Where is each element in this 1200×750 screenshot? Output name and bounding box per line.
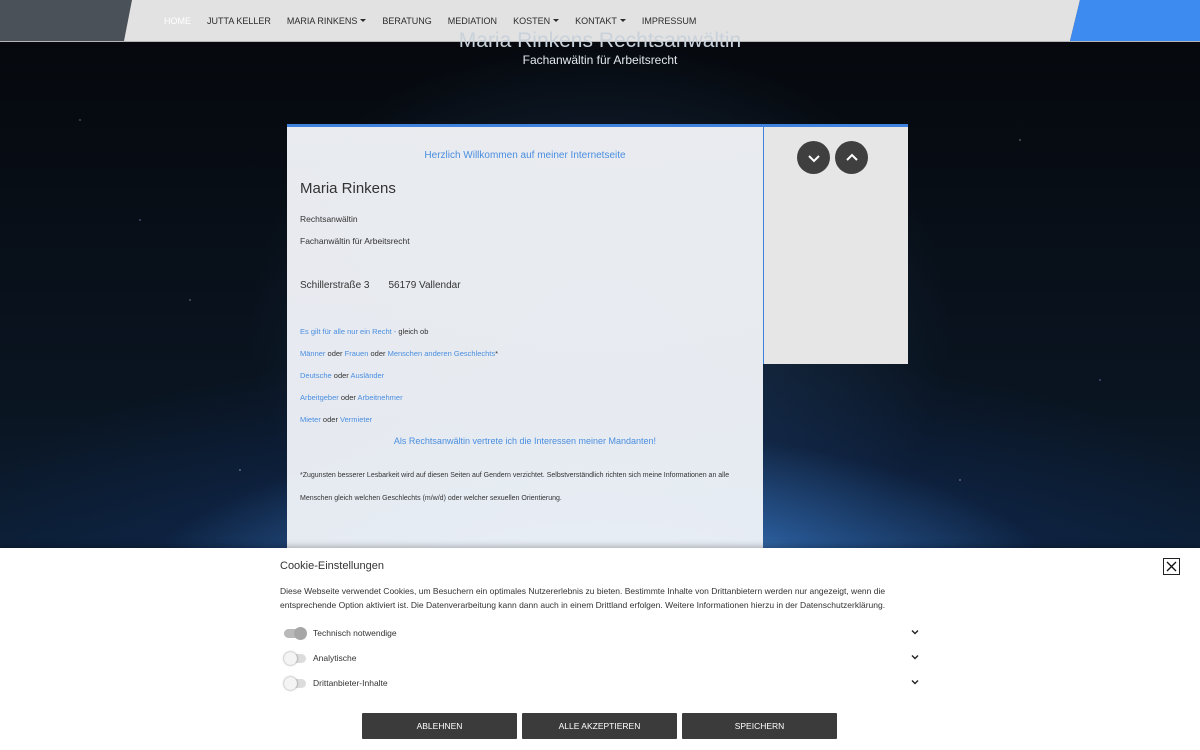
caret-down-icon — [360, 19, 367, 22]
chevron-down-icon[interactable] — [910, 677, 920, 687]
text-line-employment: Arbeitgeber oder Arbeitnehmer — [300, 393, 403, 402]
chevron-up-icon — [845, 153, 858, 161]
nav-item-label: BERATUNG — [382, 15, 432, 26]
nav-item-label: IMPRESSUM — [641, 15, 697, 26]
chevron-down-icon[interactable] — [910, 652, 920, 662]
toggle-necessary[interactable] — [284, 626, 307, 640]
reject-button[interactable]: ABLEHNEN — [362, 713, 517, 739]
address-city: 56179 Vallendar — [388, 280, 461, 291]
link-frauen[interactable]: Frauen — [345, 349, 369, 358]
role-lawyer: Rechtsanwältin — [300, 214, 358, 224]
scroll-up-button[interactable] — [835, 141, 868, 174]
toggle-label: Drittanbieter-Inhalte — [313, 678, 388, 688]
nav-item-impressum[interactable]: IMPRESSUM — [634, 16, 705, 26]
toggle-knob — [284, 651, 297, 665]
link-arbeitnehmer[interactable]: Arbeitnehmer — [358, 393, 403, 402]
nav-item-kosten[interactable]: KOSTEN — [505, 16, 567, 26]
cookie-option-analytics: Analytische — [284, 651, 920, 665]
text-line-tenancy: Mieter oder Vermieter — [300, 415, 372, 424]
nav-item-mediation[interactable]: MEDIATION — [440, 16, 505, 26]
address-street: Schillerstraße 3 — [300, 280, 370, 291]
nav-item-kontakt[interactable]: KONTAKT — [567, 16, 634, 26]
nav-item-label: MEDIATION — [447, 15, 498, 26]
text-oder: oder — [338, 393, 358, 402]
nav-item-label: KONTAKT — [575, 15, 617, 26]
toggle-analytics[interactable] — [284, 651, 306, 665]
toggle-third-party[interactable] — [284, 676, 306, 690]
main-content-panel: Herzlich Willkommen auf meiner Internets… — [287, 124, 763, 567]
nav-item-home[interactable]: HOME — [156, 16, 199, 26]
text-oder: oder — [331, 371, 351, 380]
text-line-gender: Männer oder Frauen oder Menschen anderen… — [300, 349, 498, 358]
cookie-close-button[interactable] — [1163, 558, 1180, 575]
footnote-mark: * — [495, 349, 499, 358]
nav-item-label: JUTTA KELLER — [207, 15, 271, 26]
nav-item-jutta-keller[interactable]: JUTTA KELLER — [199, 16, 279, 26]
role-specialist: Fachanwältin für Arbeitsrecht — [300, 236, 410, 246]
text-plain: gleich ob — [396, 327, 429, 336]
address: Schillerstraße 3 56179 Vallendar — [300, 280, 461, 291]
cookie-option-third-party: Drittanbieter-Inhalte — [284, 676, 920, 690]
close-icon — [1166, 561, 1177, 572]
site-subtitle: Fachanwältin für Arbeitsrecht — [522, 53, 678, 67]
text-line-recht: Es gilt für alle nur ein Recht - gleich … — [300, 327, 428, 336]
accept-all-button[interactable]: ALLE AKZEPTIEREN — [522, 713, 677, 739]
cookie-description: Diese Webseite verwendet Cookies, um Bes… — [280, 586, 886, 610]
toggle-label: Analytische — [313, 653, 357, 663]
link-vermieter[interactable]: Vermieter — [340, 415, 372, 424]
caret-down-icon — [619, 19, 626, 22]
nav-item-label: HOME — [164, 15, 191, 26]
cookie-title: Cookie-Einstellungen — [280, 560, 384, 572]
link-menschen[interactable]: Menschen anderen Geschlechts — [388, 349, 496, 358]
link-recht[interactable]: Es gilt für alle nur ein Recht - — [300, 327, 396, 336]
cookie-option-necessary: Technisch notwendige — [284, 626, 920, 640]
side-panel — [763, 124, 908, 364]
mandate-statement: Als Rechtsanwältin vertrete ich die Inte… — [393, 436, 657, 446]
chevron-down-icon — [807, 154, 820, 162]
site-title: Maria Rinkens Rechtsanwältin — [458, 29, 742, 52]
text-oder: oder — [325, 349, 345, 358]
gender-footnote: *Zugunsten besserer Lesbarkeit wird auf … — [300, 472, 730, 502]
scroll-down-button[interactable] — [797, 141, 830, 174]
link-arbeitgeber[interactable]: Arbeitgeber — [300, 393, 339, 402]
nav-item-label: KOSTEN — [513, 15, 551, 26]
link-deutsche[interactable]: Deutsche — [300, 371, 332, 380]
nav-item-maria-rinkens[interactable]: MARIA RINKENS — [279, 16, 375, 26]
nav-item-beratung[interactable]: BERATUNG — [374, 16, 439, 26]
toggle-knob — [294, 626, 307, 640]
lawyer-name: Maria Rinkens — [300, 180, 396, 197]
text-oder: oder — [320, 415, 341, 424]
nav-item-label: MARIA RINKENS — [286, 15, 358, 26]
link-auslaender[interactable]: Ausländer — [350, 371, 384, 380]
text-oder: oder — [368, 349, 388, 358]
chevron-down-icon[interactable] — [910, 627, 920, 637]
link-maenner[interactable]: Männer — [300, 349, 325, 358]
toggle-knob — [284, 676, 297, 690]
cookie-banner: Cookie-Einstellungen Diese Webseite verw… — [0, 548, 1200, 750]
text-line-nationality: Deutsche oder Ausländer — [300, 371, 384, 380]
welcome-heading: Herzlich Willkommen auf meiner Internets… — [424, 150, 626, 161]
link-mieter[interactable]: Mieter — [300, 415, 321, 424]
toggle-label: Technisch notwendige — [313, 628, 397, 638]
caret-down-icon — [553, 19, 560, 22]
save-button[interactable]: SPEICHERN — [682, 713, 837, 739]
